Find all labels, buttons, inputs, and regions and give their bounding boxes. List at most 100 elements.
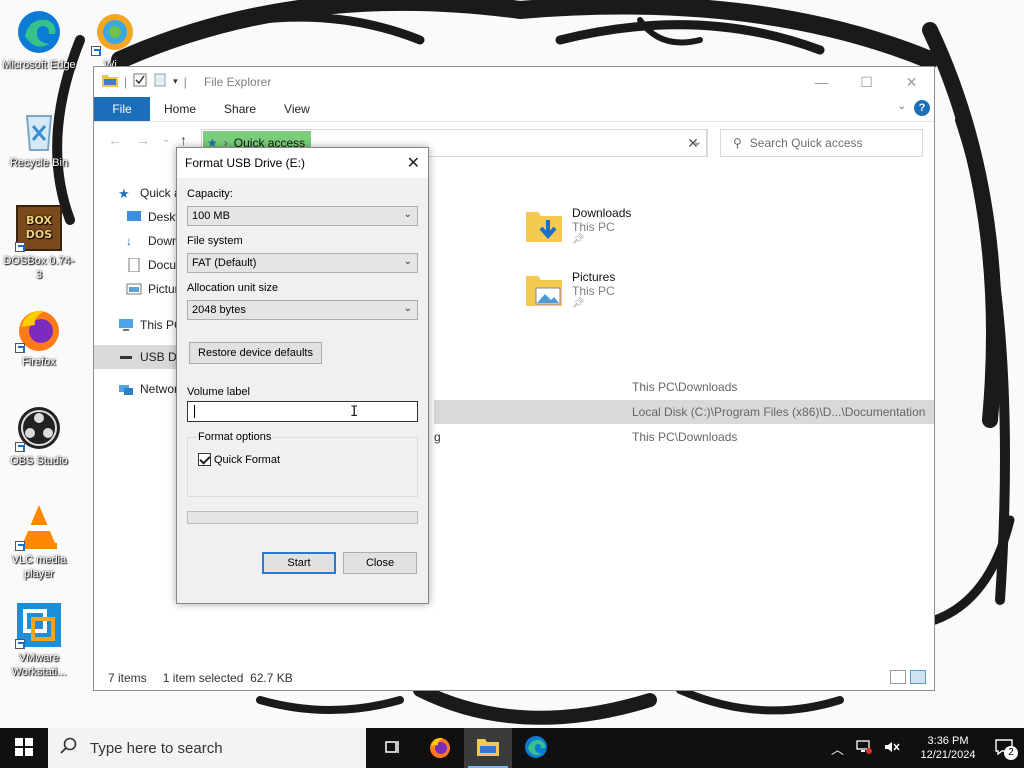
obs-icon [15,404,63,452]
sidebar-item-desktop[interactable]: Desktop [94,205,184,229]
sidebar-item-network[interactable]: Network [94,377,184,401]
recent-file-location: Local Disk (C:)\Program Files (x86)\D...… [632,405,926,419]
sidebar-item-pictures[interactable]: Pictures [94,277,184,301]
navigation-pane: ★ Quick access Desktop ↓ Downloads Docum… [94,181,184,401]
sidebar-item-quick-access[interactable]: ★ Quick access [94,181,184,205]
pin-icon: 📌︎ [572,298,585,309]
windows-logo-icon [15,737,33,759]
folder-tile-downloads[interactable]: Downloads This PC 📌︎ [524,206,631,246]
format-progress-bar [187,511,418,524]
taskbar-search-box[interactable]: Type here to search [48,728,366,768]
restore-defaults-button[interactable]: Restore device defaults [189,342,322,364]
tab-share[interactable]: Share [210,97,270,121]
waterfox-icon [91,8,139,56]
task-view-button[interactable] [368,728,416,768]
separator: | [124,74,128,89]
edge-icon [15,8,63,56]
close-icon[interactable]: ✕ [407,153,420,173]
maximize-button[interactable]: ☐ [844,67,889,97]
volume-muted-icon[interactable] [884,740,900,757]
minimize-button[interactable]: — [799,67,844,97]
close-window-button[interactable]: ✕ [889,67,934,97]
documents-icon [126,257,142,273]
desktop-icon-recycle-bin[interactable]: Recycle Bin [2,106,76,170]
quick-format-checkbox[interactable]: Quick Format [198,453,280,466]
desktop-icon-obs[interactable]: OBS Studio [2,404,76,468]
dialog-titlebar[interactable]: Format USB Drive (E:) ✕ [177,148,428,178]
sidebar-item-documents[interactable]: Documents [94,253,184,277]
desktop-icon-waterfox[interactable]: Wi... [78,8,152,72]
dialog-title: Format USB Drive (E:) [185,156,306,170]
desktop-icon-label: OBS Studio [10,455,68,467]
allocation-unit-select[interactable]: 2048 bytes ⌄ [187,300,418,320]
network-status-icon[interactable] [856,739,872,757]
desktop-icon-dosbox[interactable]: BOX DOS DOSBox 0.74-3 [2,204,76,282]
filesystem-select[interactable]: FAT (Default) ⌄ [187,253,418,273]
desktop-icon-vmware[interactable]: VMware Workstati... [2,601,76,679]
search-icon: ⚲ [733,136,742,150]
close-button[interactable]: Close [343,552,417,574]
vlc-icon [15,503,63,551]
status-bar: 7 items 1 item selected 62.7 KB [94,666,934,690]
chevron-down-icon: ⌄ [403,256,412,267]
taskbar-search-placeholder: Type here to search [90,739,223,757]
recent-file-location: This PC\Downloads [632,430,738,444]
recent-locations-icon[interactable]: ⌄ [162,134,170,145]
sidebar-item-usb-drive[interactable]: USB Drive (E:) [94,345,184,369]
folder-name: Downloads [572,206,632,220]
sidebar-item-this-pc[interactable]: This PC [94,313,184,337]
properties-icon[interactable] [133,73,147,90]
tab-view[interactable]: View [270,97,324,121]
up-arrow-icon[interactable]: ↑ [180,132,187,148]
chevron-down-icon[interactable]: ⌄ [898,101,906,112]
capacity-label: Capacity: [187,188,233,200]
folder-tile-pictures[interactable]: Pictures This PC 📌︎ [524,270,615,310]
tab-home[interactable]: Home [150,97,210,121]
start-button[interactable]: Start [262,552,336,574]
desktop-icon-edge[interactable]: Microsoft Edge [2,8,76,72]
recycle-bin-icon [15,106,63,154]
tab-file[interactable]: File [94,97,150,121]
desktop-icon-label: Recycle Bin [9,157,69,169]
checkbox-checked-icon[interactable] [198,453,211,466]
volume-label-input[interactable]: I [187,401,418,422]
taskbar-file-explorer[interactable] [464,728,512,768]
customize-quick-access-icon[interactable]: ▾ [173,76,178,87]
back-arrow-icon[interactable]: ← [108,132,122,148]
recent-file-row[interactable]: This PC\Downloads [434,375,934,399]
capacity-select[interactable]: 100 MB ⌄ [187,206,418,226]
search-input[interactable]: ⚲ Search Quick access [720,129,923,157]
filesystem-value: FAT (Default) [192,257,257,269]
clear-address-button[interactable]: ✕ [679,129,708,157]
taskbar-edge[interactable] [512,728,560,768]
shortcut-arrow-icon [91,46,101,56]
start-button[interactable] [0,728,48,768]
search-placeholder: Search Quick access [749,136,863,150]
details-view-icon[interactable] [890,670,906,684]
recent-file-row[interactable]: Local Disk (C:)\Program Files (x86)\D...… [434,400,934,424]
format-dialog[interactable]: Format USB Drive (E:) ✕ Capacity: 100 MB… [176,147,429,604]
show-hidden-icons-icon[interactable]: ︿ [831,739,844,758]
capacity-value: 100 MB [192,210,230,222]
action-center-button[interactable]: 2 [984,728,1024,768]
forward-arrow-icon[interactable]: → [136,132,150,148]
recent-file-row[interactable]: g This PC\Downloads [434,425,934,449]
explorer-titlebar[interactable]: | ▾ | File Explorer — ☐ ✕ [94,67,934,97]
taskbar-firefox[interactable] [416,728,464,768]
desktop-icon-vlc[interactable]: VLC media player [2,503,76,581]
edge-icon [524,735,548,762]
desktop-icon-firefox[interactable]: Firefox [2,305,76,369]
taskbar-clock[interactable]: 3:36 PM 12/21/2024 [912,734,984,762]
recent-file-name: g [434,430,441,444]
sidebar-item-downloads[interactable]: ↓ Downloads [94,229,184,253]
shortcut-arrow-icon [15,343,25,353]
pictures-folder-icon [524,270,564,310]
shortcut-arrow-icon [15,541,25,551]
help-icon[interactable]: ? [914,100,930,116]
vmware-icon [15,601,63,649]
new-folder-icon[interactable] [153,73,167,90]
desktop-icon-label: Microsoft Edge [2,59,76,71]
large-icons-view-icon[interactable] [910,670,926,684]
desktop-icon-label: VMware Workstati... [11,652,67,678]
desktop-icon-label: DOSBox 0.74-3 [3,255,75,281]
